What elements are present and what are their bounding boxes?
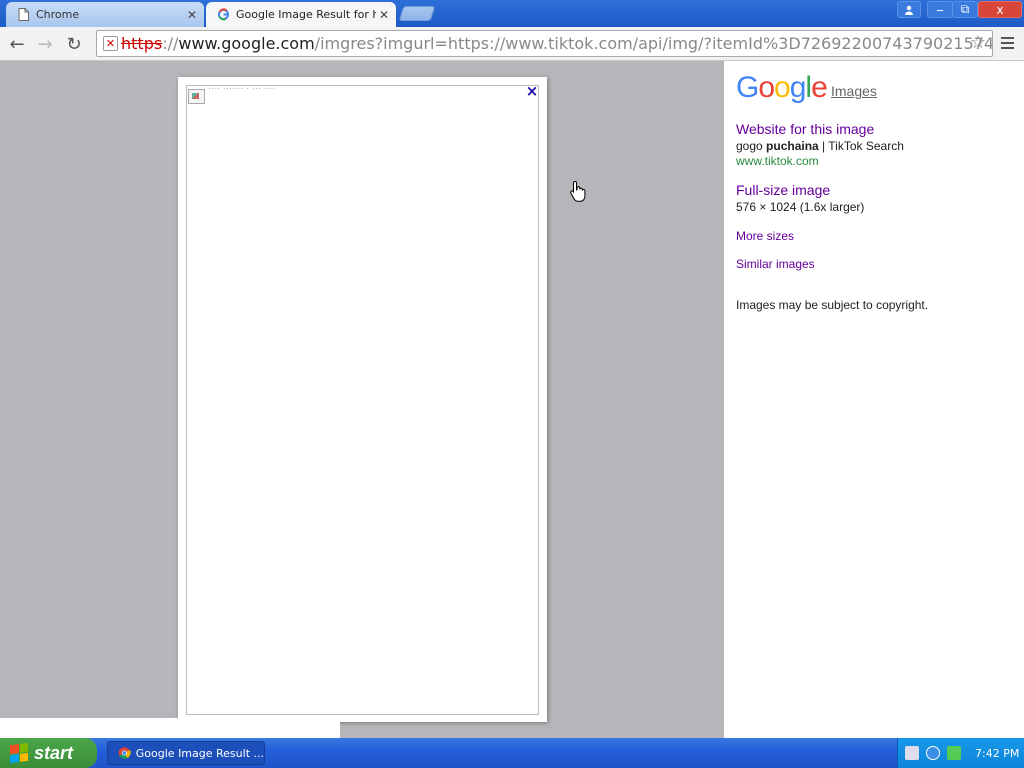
image-dimensions: 576 × 1024 (1.6x larger) bbox=[736, 200, 865, 214]
preview-close-button[interactable]: × bbox=[524, 83, 540, 99]
window-close-button[interactable]: x bbox=[978, 1, 1022, 18]
website-for-image-link[interactable]: Website for this image bbox=[736, 121, 874, 137]
new-tab-button[interactable] bbox=[398, 6, 436, 21]
restore-button[interactable]: ⧉ bbox=[952, 1, 978, 18]
site-title: gogo puchaina | TikTok Search bbox=[736, 139, 904, 153]
images-link[interactable]: Images bbox=[831, 83, 877, 99]
google-icon bbox=[216, 8, 230, 22]
image-preview-card: .... ....... . ... .... × bbox=[178, 77, 547, 722]
close-icon[interactable]: ✕ bbox=[184, 8, 200, 22]
keyboard-icon[interactable] bbox=[905, 746, 919, 760]
similar-images-link[interactable]: Similar images bbox=[736, 257, 815, 271]
tab-label: Google Image Result for http bbox=[236, 8, 376, 21]
image-details-panel: Google Images Website for this image gog… bbox=[724, 61, 1024, 738]
network-icon[interactable] bbox=[947, 746, 961, 760]
tab-label: Chrome bbox=[36, 8, 80, 21]
reload-icon[interactable]: ↻ bbox=[62, 32, 86, 56]
url-scheme: https bbox=[121, 34, 163, 53]
start-label: start bbox=[34, 742, 74, 763]
image-preview-frame[interactable]: .... ....... . ... .... bbox=[186, 84, 539, 715]
broken-image-icon bbox=[188, 89, 205, 104]
start-button[interactable]: start bbox=[0, 738, 97, 768]
menu-icon[interactable] bbox=[996, 32, 1018, 54]
minimize-button[interactable]: ‒ bbox=[927, 1, 953, 18]
hand-cursor-icon bbox=[570, 180, 586, 202]
insecure-lock-icon[interactable]: ✕ bbox=[103, 36, 118, 51]
copyright-notice: Images may be subject to copyright. bbox=[736, 298, 929, 312]
user-icon[interactable] bbox=[897, 1, 921, 18]
google-logo[interactable]: Google bbox=[736, 71, 828, 105]
page-viewport: .... ....... . ... .... × Google Images … bbox=[0, 61, 1024, 738]
chrome-icon bbox=[118, 747, 131, 759]
taskbar-item-chrome[interactable]: Google Image Result ... bbox=[107, 741, 265, 765]
image-alt-text: .... ....... . ... .... bbox=[209, 84, 276, 91]
system-tray: 7:42 PM bbox=[897, 738, 1024, 768]
back-arrow-icon[interactable]: ← bbox=[5, 32, 29, 56]
tab-google-image-result[interactable]: Google Image Result for http ✕ bbox=[206, 2, 396, 27]
taskbar: start Google Image Result ... 7:42 PM bbox=[0, 738, 1024, 768]
full-size-image-link[interactable]: Full-size image bbox=[736, 182, 830, 198]
url-path: /imgres?imgurl=https://www.tiktok.com/ap… bbox=[314, 34, 993, 53]
clock[interactable]: 7:42 PM bbox=[975, 747, 1019, 760]
bookmark-star-icon[interactable]: ☆ bbox=[966, 30, 990, 54]
tab-chrome[interactable]: Chrome ✕ bbox=[6, 2, 204, 27]
title-bar: Chrome ✕ Google Image Result for http ✕ … bbox=[0, 0, 1024, 27]
show-hidden-icons-icon[interactable] bbox=[926, 746, 940, 760]
page-icon bbox=[16, 8, 30, 22]
address-bar[interactable]: ✕ https://www.google.com/imgres?imgurl=h… bbox=[96, 30, 993, 57]
browser-toolbar: ← → ↻ ✕ https://www.google.com/imgres?im… bbox=[0, 27, 1024, 61]
close-icon[interactable]: ✕ bbox=[376, 8, 392, 22]
forward-arrow-icon[interactable]: → bbox=[33, 32, 57, 56]
more-sizes-link[interactable]: More sizes bbox=[736, 229, 794, 243]
site-url: www.tiktok.com bbox=[736, 154, 819, 168]
address-text: https://www.google.com/imgres?imgurl=htt… bbox=[121, 31, 993, 56]
url-host: www.google.com bbox=[178, 34, 315, 53]
url-separator: :// bbox=[162, 34, 179, 53]
taskbar-item-label: Google Image Result ... bbox=[135, 746, 264, 760]
windows-logo-icon bbox=[10, 742, 28, 764]
page-bottom-strip bbox=[0, 718, 340, 738]
